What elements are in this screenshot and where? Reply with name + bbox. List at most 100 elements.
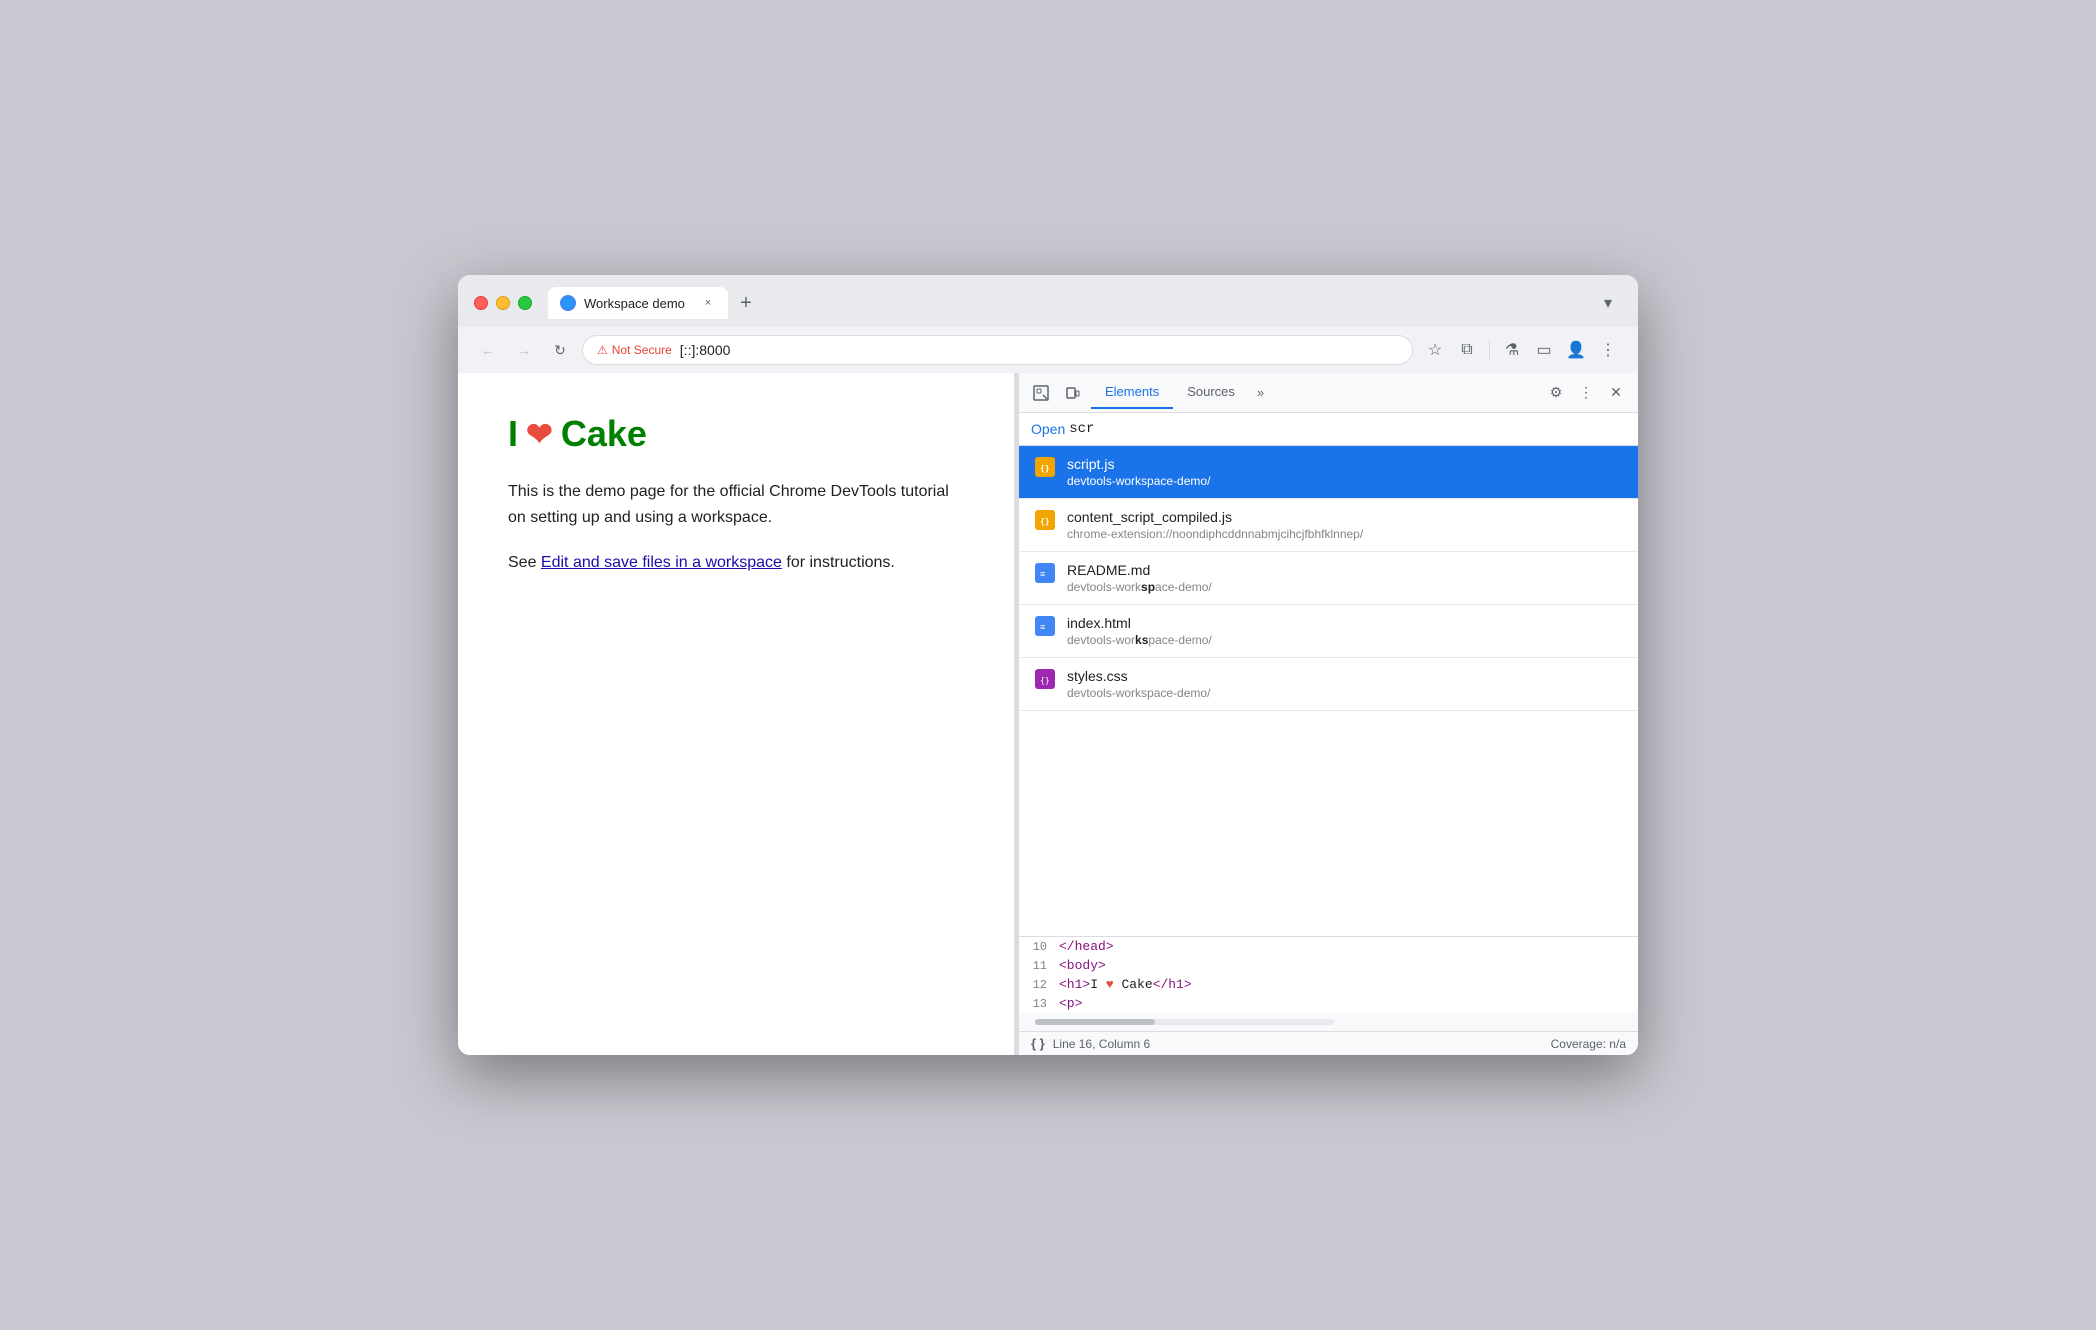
globe-icon: 🌐 — [562, 298, 573, 309]
devtools-search-bar: Open scr — [1019, 413, 1638, 446]
link-prefix: See — [508, 554, 541, 571]
open-label: Open — [1031, 421, 1065, 437]
code-tag: <h1> — [1059, 977, 1090, 992]
file-name: styles.css — [1067, 668, 1622, 684]
file-path: chrome-extension://noondiphcddnnabmjcihc… — [1067, 527, 1622, 541]
bookmark-button[interactable]: ☆ — [1421, 336, 1449, 364]
tab-elements[interactable]: Elements — [1091, 376, 1173, 409]
back-button[interactable]: ← — [474, 336, 502, 364]
devtools-panel: Elements Sources » ⚙ ⋮ ✕ Open scr — [1018, 373, 1638, 1055]
scrollbar-area — [1019, 1013, 1638, 1031]
link-suffix: for instructions. — [782, 554, 895, 571]
warning-icon: ⚠ — [597, 343, 608, 357]
tab-favicon: 🌐 — [560, 295, 576, 311]
code-content: <h1>I ♥ Cake</h1> — [1059, 977, 1192, 992]
devtools-close-button[interactable]: ✕ — [1602, 379, 1630, 407]
file-name: index.html — [1067, 615, 1622, 631]
content-area: I ❤ Cake This is the demo page for the o… — [458, 373, 1638, 1055]
code-text: Cake — [1114, 977, 1153, 992]
devtools-toolbar-right: ⚙ ⋮ ✕ — [1542, 379, 1630, 407]
profile-button[interactable]: 👤 — [1562, 336, 1590, 364]
svg-text:{}: {} — [1040, 464, 1050, 473]
path-before: devtools-work — [1067, 580, 1141, 594]
maximize-traffic-light[interactable] — [518, 296, 532, 310]
extensions-button[interactable]: ⧉ — [1453, 336, 1481, 364]
devtools-more-button[interactable]: ⋮ — [1572, 379, 1600, 407]
tab-more-button[interactable]: » — [1249, 379, 1272, 406]
sidebar-button[interactable]: ▭ — [1530, 336, 1558, 364]
minimize-traffic-light[interactable] — [496, 296, 510, 310]
reload-button[interactable]: ↻ — [546, 336, 574, 364]
code-line: 13 <p> — [1019, 994, 1638, 1013]
tab-close-button[interactable]: × — [700, 295, 716, 311]
workspace-link[interactable]: Edit and save files in a workspace — [541, 554, 782, 571]
security-text: Not Secure — [612, 343, 672, 357]
devtools-settings-button[interactable]: ⚙ — [1542, 379, 1570, 407]
js-file-icon: {} — [1035, 510, 1055, 530]
list-item[interactable]: {} styles.css devtools-workspace-demo/ — [1019, 658, 1638, 711]
tab-bar: 🌐 Workspace demo × + ▾ — [548, 287, 1622, 319]
code-content: <p> — [1059, 996, 1082, 1011]
security-indicator: ⚠ Not Secure — [597, 343, 672, 357]
title-bar: 🌐 Workspace demo × + ▾ — [458, 275, 1638, 327]
active-tab[interactable]: 🌐 Workspace demo × — [548, 287, 728, 319]
file-info: script.js devtools-workspace-demo/ — [1067, 456, 1622, 488]
list-item[interactable]: ≡ index.html devtools-workspace-demo/ — [1019, 605, 1638, 658]
tab-sources[interactable]: Sources — [1173, 376, 1249, 409]
tab-dropdown-button[interactable]: ▾ — [1594, 289, 1622, 317]
i-text: I — [508, 413, 518, 455]
new-tab-button[interactable]: + — [732, 289, 760, 317]
page-content: I ❤ Cake This is the demo page for the o… — [458, 373, 1014, 1055]
format-icon[interactable]: { } — [1031, 1036, 1045, 1051]
more-menu-button[interactable]: ⋮ — [1594, 336, 1622, 364]
traffic-lights — [474, 296, 532, 310]
file-info: content_script_compiled.js chrome-extens… — [1067, 509, 1622, 541]
file-name: README.md — [1067, 562, 1622, 578]
address-bar[interactable]: ⚠ Not Secure [::]:8000 — [582, 335, 1413, 365]
inspect-element-button[interactable] — [1027, 379, 1055, 407]
address-text: [::]:8000 — [680, 342, 1398, 358]
file-info: README.md devtools-workspace-demo/ — [1067, 562, 1622, 594]
list-item[interactable]: ≡ README.md devtools-workspace-demo/ — [1019, 552, 1638, 605]
device-icon — [1065, 385, 1081, 401]
code-tag: </h1> — [1153, 977, 1192, 992]
file-path: devtools-workspace-demo/ — [1067, 580, 1622, 594]
status-left: { } Line 16, Column 6 — [1031, 1036, 1150, 1051]
path-after: ace-demo/ — [1155, 580, 1212, 594]
search-input-row: Open scr — [1031, 421, 1626, 437]
scrollbar-thumb[interactable] — [1035, 1019, 1155, 1025]
nav-bar: ← → ↻ ⚠ Not Secure [::]:8000 ☆ ⧉ ⚗ ▭ 👤 ⋮ — [458, 327, 1638, 373]
file-info: index.html devtools-workspace-demo/ — [1067, 615, 1622, 647]
code-line: 11 <body> — [1019, 956, 1638, 975]
page-description: This is the demo page for the official C… — [508, 479, 964, 530]
file-name: script.js — [1067, 456, 1622, 472]
search-query[interactable]: scr — [1069, 421, 1626, 437]
path-before: devtools-wor — [1067, 633, 1135, 647]
svg-text:{}: {} — [1040, 676, 1050, 685]
lab-button[interactable]: ⚗ — [1498, 336, 1526, 364]
coverage-status: Coverage: n/a — [1551, 1037, 1626, 1051]
page-heading: I ❤ Cake — [508, 413, 964, 455]
list-item[interactable]: {} script.js devtools-workspace-demo/ — [1019, 446, 1638, 499]
forward-button[interactable]: → — [510, 336, 538, 364]
svg-text:{}: {} — [1040, 517, 1050, 526]
heart-icon: ❤ — [526, 415, 553, 453]
devtools-status-bar: { } Line 16, Column 6 Coverage: n/a — [1019, 1031, 1638, 1055]
list-item[interactable]: {} content_script_compiled.js chrome-ext… — [1019, 499, 1638, 552]
doc-file-icon: ≡ — [1035, 563, 1055, 583]
svg-text:≡: ≡ — [1040, 622, 1045, 632]
tab-title: Workspace demo — [584, 296, 692, 311]
cake-text: Cake — [561, 413, 647, 455]
path-highlight: sp — [1141, 580, 1155, 594]
file-info: styles.css devtools-workspace-demo/ — [1067, 668, 1622, 700]
css-file-icon: {} — [1035, 669, 1055, 689]
code-heart: ♥ — [1106, 977, 1114, 992]
close-traffic-light[interactable] — [474, 296, 488, 310]
doc-icon: ≡ — [1038, 619, 1052, 633]
code-line: 12 <h1>I ♥ Cake</h1> — [1019, 975, 1638, 994]
scrollbar-track[interactable] — [1035, 1019, 1335, 1025]
file-path: devtools-workspace-demo/ — [1067, 474, 1622, 488]
svg-text:≡: ≡ — [1040, 569, 1045, 579]
code-text: I — [1090, 977, 1106, 992]
device-toolbar-button[interactable] — [1059, 379, 1087, 407]
